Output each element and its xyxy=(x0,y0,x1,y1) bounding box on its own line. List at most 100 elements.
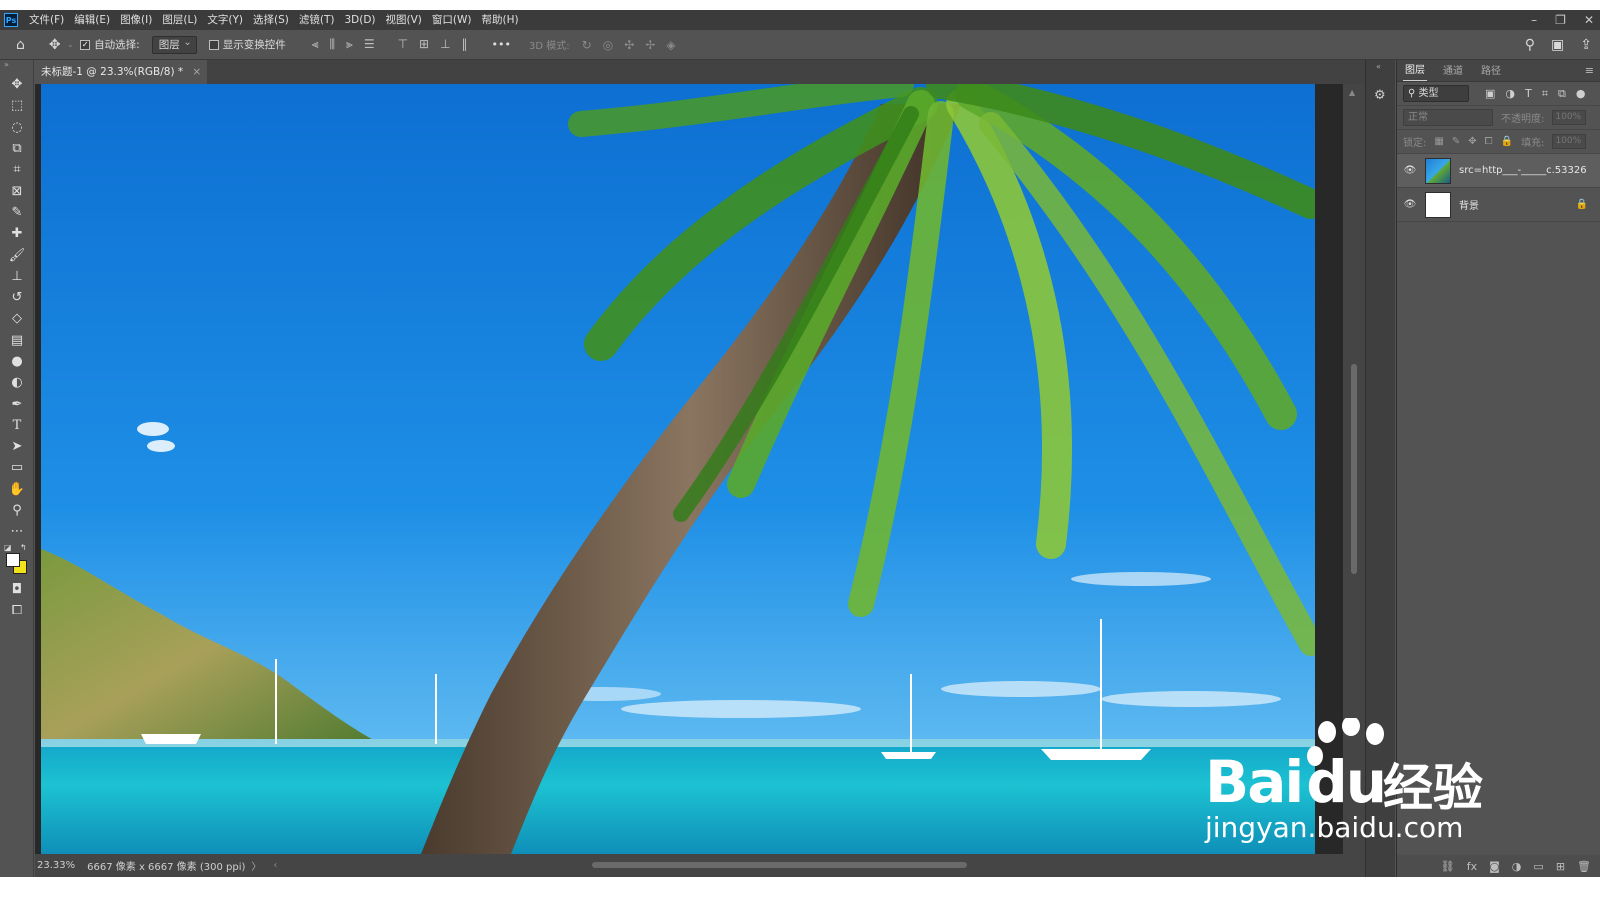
add-mask-icon[interactable]: ◙ xyxy=(1489,860,1500,873)
distribute-h-icon[interactable]: ☰ xyxy=(364,37,375,52)
menu-view[interactable]: 视图(V) xyxy=(381,10,427,30)
crop-tool-icon[interactable]: ⌗ xyxy=(0,159,34,180)
object-select-tool-icon[interactable]: ⧉ xyxy=(0,138,34,159)
layer-style-icon[interactable]: fx xyxy=(1467,860,1477,873)
show-transform-controls-checkbox[interactable]: 显示变换控件 xyxy=(208,37,286,52)
move-tool-icon[interactable]: ✥ xyxy=(0,74,34,95)
fill-input[interactable]: 100% xyxy=(1552,134,1587,149)
close-window-icon[interactable]: ✕ xyxy=(1584,13,1594,27)
blend-mode-dropdown[interactable]: 正常 xyxy=(1403,109,1493,126)
lock-artboard-icon[interactable]: ⧠ xyxy=(1485,136,1493,147)
dodge-tool-icon[interactable]: ◐ xyxy=(0,372,34,393)
restore-icon[interactable]: ❐ xyxy=(1555,13,1566,27)
auto-select-target-dropdown[interactable]: 图层 xyxy=(151,35,197,54)
zoom-tool-icon[interactable]: ⚲ xyxy=(0,500,34,521)
blur-tool-icon[interactable]: ● xyxy=(0,351,34,372)
marquee-tool-icon[interactable]: ⬚ xyxy=(0,95,34,116)
scroll-left-icon[interactable]: ‹ xyxy=(273,860,277,871)
canvas-area[interactable] xyxy=(35,84,1343,854)
menu-image[interactable]: 图像(I) xyxy=(115,10,157,30)
toolbar-collapse-icon[interactable]: » xyxy=(0,60,33,74)
panel-menu-icon[interactable]: ≡ xyxy=(1585,64,1594,77)
menu-edit[interactable]: 编辑(E) xyxy=(69,10,115,30)
3d-scale-icon[interactable]: ◈ xyxy=(666,38,675,52)
3d-pan-icon[interactable]: ✣ xyxy=(624,38,634,52)
align-bottom-icon[interactable]: ⊥ xyxy=(440,37,450,52)
align-right-icon[interactable]: ⫸ xyxy=(346,37,353,52)
tab-paths[interactable]: 路径 xyxy=(1479,62,1503,81)
status-menu-arrow-icon[interactable]: 〉 xyxy=(251,858,261,873)
photoshop-logo-icon[interactable]: Ps xyxy=(4,13,18,27)
filter-shape-icon[interactable]: ⌗ xyxy=(1542,87,1548,101)
filter-adjustment-icon[interactable]: ◑ xyxy=(1505,87,1515,101)
preset-chevron-icon[interactable]: ⌄ xyxy=(67,40,75,50)
history-brush-tool-icon[interactable]: ↺ xyxy=(0,287,34,308)
vertical-scroll-thumb[interactable] xyxy=(1351,364,1357,574)
quick-mask-icon[interactable]: ◘ xyxy=(0,579,34,600)
menu-help[interactable]: 帮助(H) xyxy=(477,10,524,30)
delete-layer-icon[interactable]: 🗑 xyxy=(1577,860,1591,873)
layer-row[interactable]: 👁 src=http___-_____c.53326 xyxy=(1397,154,1600,188)
move-tool-preset-icon[interactable]: ✥ xyxy=(49,37,61,53)
default-colors-icon[interactable]: ◪ xyxy=(4,543,12,552)
canvas-image[interactable] xyxy=(41,84,1315,854)
horizontal-scroll-thumb[interactable] xyxy=(592,862,967,868)
frame-tool-icon[interactable]: ⊠ xyxy=(0,180,34,201)
lock-position-icon[interactable]: ✥ xyxy=(1468,136,1476,147)
scroll-up-icon[interactable]: ▲ xyxy=(1349,88,1355,97)
foreground-color-swatch[interactable] xyxy=(6,552,20,567)
new-adjustment-icon[interactable]: ◑ xyxy=(1512,860,1522,873)
rectangle-tool-icon[interactable]: ▭ xyxy=(0,457,34,478)
healing-brush-tool-icon[interactable]: ✚ xyxy=(0,223,34,244)
home-icon[interactable]: ⌂ xyxy=(16,37,25,53)
close-document-icon[interactable]: × xyxy=(192,60,201,84)
menu-layer[interactable]: 图层(L) xyxy=(157,10,202,30)
minimize-icon[interactable]: – xyxy=(1531,13,1537,27)
align-hcenter-icon[interactable]: ⫼ xyxy=(330,37,336,52)
tab-layers[interactable]: 图层 xyxy=(1403,61,1427,81)
gradient-tool-icon[interactable]: ▤ xyxy=(0,330,34,351)
zoom-level[interactable]: 23.33% xyxy=(35,860,81,871)
menu-type[interactable]: 文字(Y) xyxy=(202,10,248,30)
document-tab[interactable]: 未标题-1 @ 23.3%(RGB/8) * × xyxy=(35,60,208,84)
visibility-eye-icon[interactable]: 👁 xyxy=(1403,165,1417,176)
pen-tool-icon[interactable]: ✒ xyxy=(0,393,34,414)
hand-tool-icon[interactable]: ✋ xyxy=(0,479,34,500)
type-tool-icon[interactable]: T xyxy=(0,415,34,436)
stamp-tool-icon[interactable]: ⊥ xyxy=(0,266,34,287)
align-vcenter-icon[interactable]: ⊞ xyxy=(419,37,429,52)
eraser-tool-icon[interactable]: ◇ xyxy=(0,308,34,329)
align-left-icon[interactable]: ⫷ xyxy=(312,37,319,52)
lock-transparent-icon[interactable]: ▦ xyxy=(1434,136,1443,147)
lasso-tool-icon[interactable]: ◌ xyxy=(0,117,34,138)
edit-toolbar-icon[interactable]: ⋯ xyxy=(0,521,34,542)
layer-filter-dropdown[interactable]: ⚲ 类型 xyxy=(1403,85,1469,102)
lock-image-icon[interactable]: ✎ xyxy=(1452,136,1460,147)
filter-toggle-icon[interactable]: ● xyxy=(1576,87,1586,101)
3d-orbit-icon[interactable]: ↻ xyxy=(582,38,592,52)
filter-smart-object-icon[interactable]: ⧉ xyxy=(1558,87,1566,101)
strip-collapse-icon[interactable]: « xyxy=(1376,62,1381,71)
menu-select[interactable]: 选择(S) xyxy=(248,10,294,30)
auto-select-checkbox[interactable]: ✓ 自动选择: xyxy=(80,37,140,52)
eyedropper-tool-icon[interactable]: ✎ xyxy=(0,202,34,223)
distribute-v-icon[interactable]: ‖ xyxy=(462,37,468,52)
align-top-icon[interactable]: ⊤ xyxy=(398,37,408,52)
menu-3d[interactable]: 3D(D) xyxy=(339,10,380,30)
3d-slide-icon[interactable]: ✢ xyxy=(645,38,655,52)
filter-pixel-icon[interactable]: ▣ xyxy=(1485,87,1495,101)
properties-panel-icon[interactable]: ⚙ xyxy=(1374,88,1386,103)
filter-type-icon[interactable]: T xyxy=(1525,87,1532,101)
search-icon[interactable]: ⚲ xyxy=(1525,37,1535,53)
menu-file[interactable]: 文件(F) xyxy=(24,10,69,30)
layer-row[interactable]: 👁 背景 🔒 xyxy=(1397,188,1600,222)
share-icon[interactable]: ⇪ xyxy=(1580,37,1592,53)
menu-filter[interactable]: 滤镜(T) xyxy=(294,10,340,30)
screen-mode-icon[interactable]: ⧠ xyxy=(0,600,34,621)
opacity-input[interactable]: 100% xyxy=(1552,110,1587,125)
new-group-icon[interactable]: ▭ xyxy=(1533,860,1543,873)
more-options-button[interactable]: ••• xyxy=(492,38,511,51)
workspace-icon[interactable]: ▣ xyxy=(1551,37,1564,53)
brush-tool-icon[interactable]: 🖌 xyxy=(0,244,34,265)
visibility-eye-icon[interactable]: 👁 xyxy=(1403,199,1417,210)
